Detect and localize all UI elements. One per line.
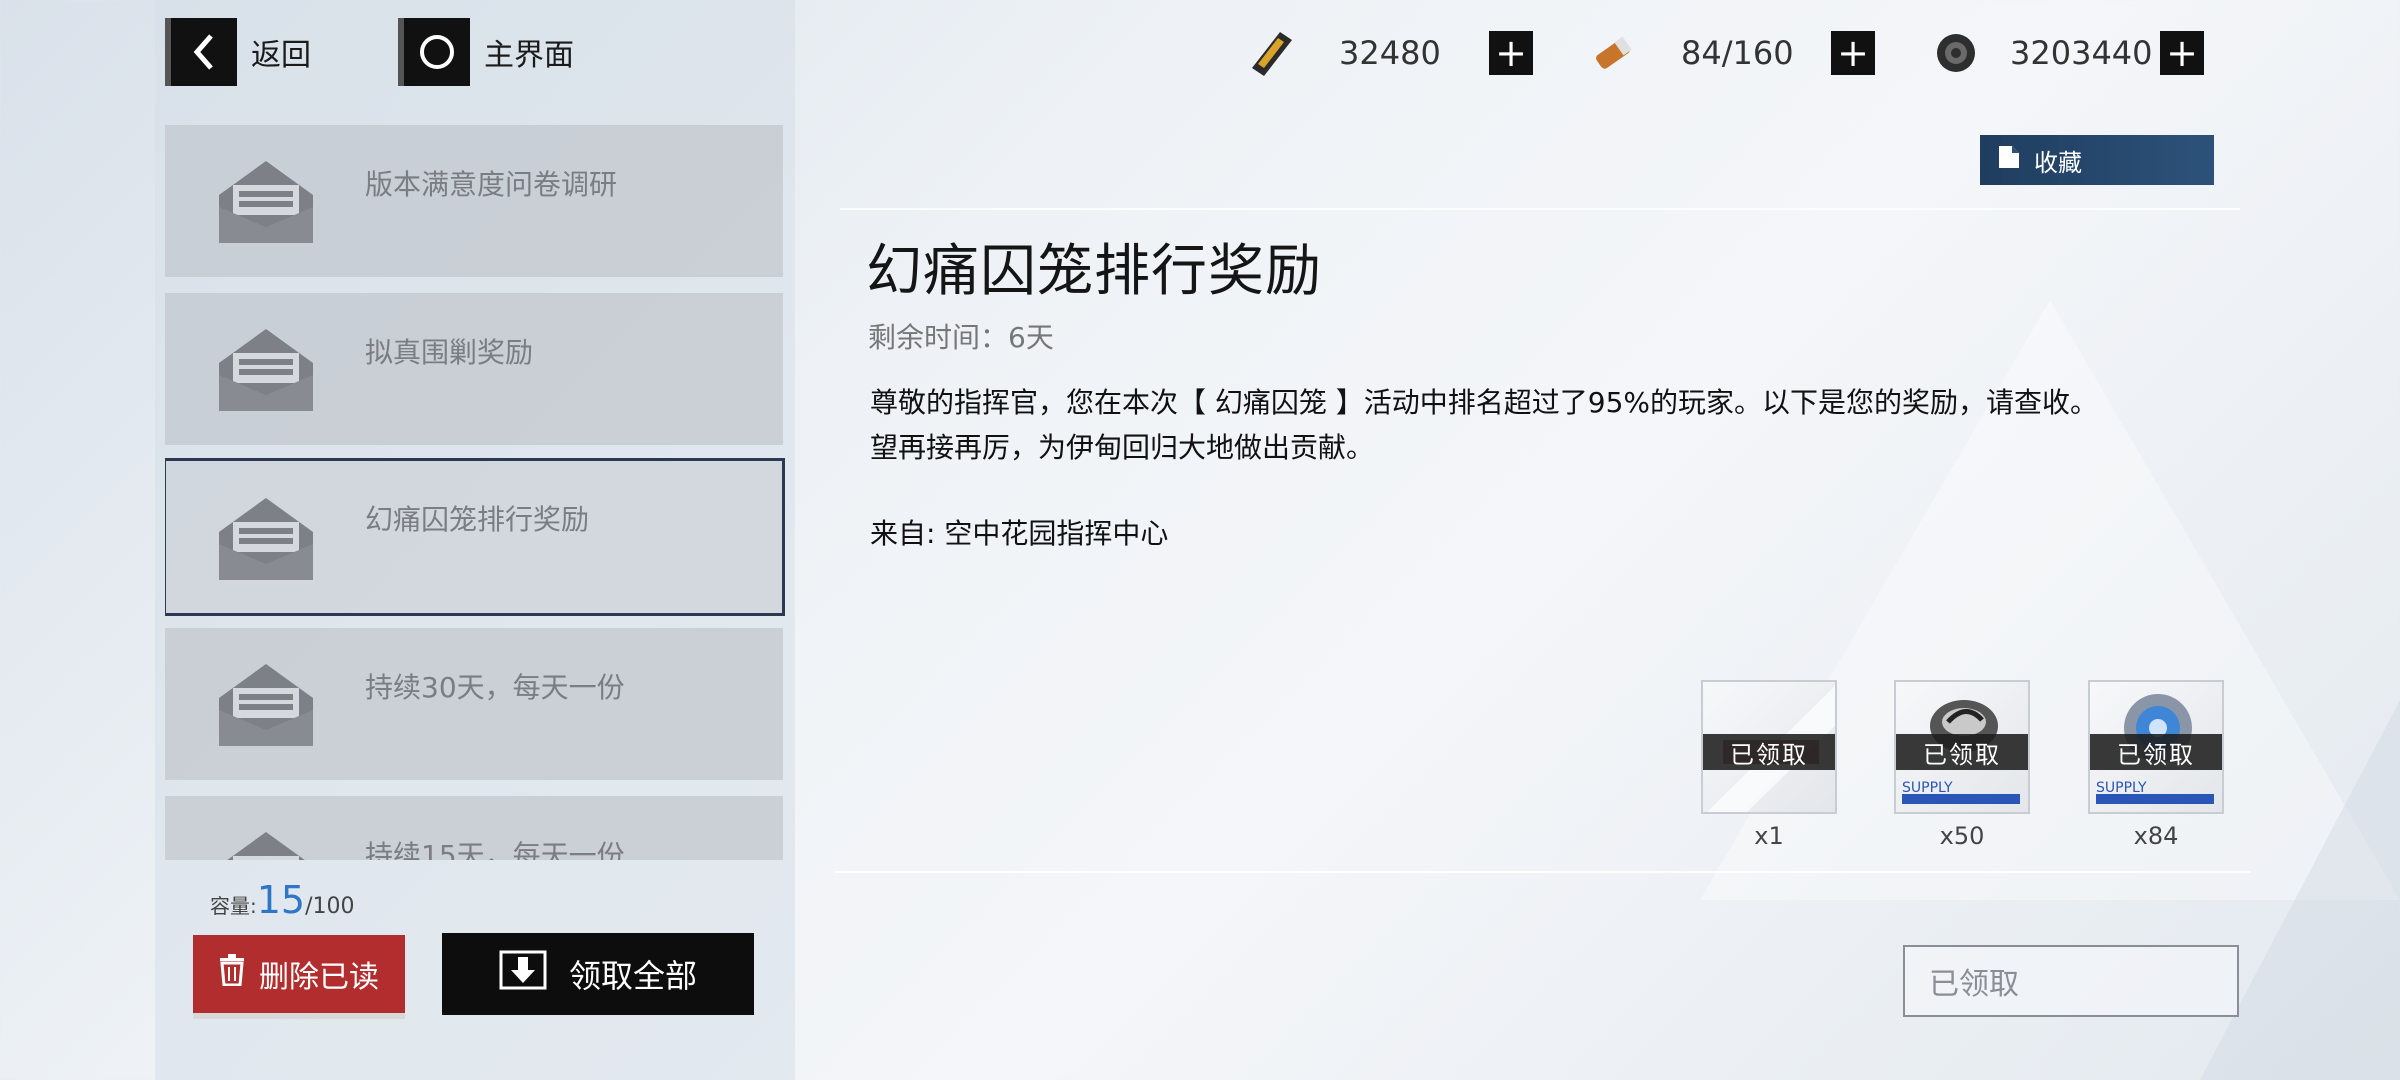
back-label: 返回: [251, 38, 311, 73]
envelope-icon: [219, 157, 313, 249]
reward-qty: x50: [1939, 822, 1985, 850]
mail-item-title: 持续15天，每天一份: [365, 839, 625, 860]
capacity-max: /100: [305, 894, 355, 919]
envelope-icon: [219, 325, 313, 417]
chevron-left-icon: [165, 18, 237, 86]
delete-read-label: 删除已读: [259, 960, 379, 995]
document-icon: [1998, 145, 2020, 175]
supply-bar: [1902, 794, 2020, 804]
delete-read-button[interactable]: 删除已读: [193, 935, 405, 1013]
mail-list: 版本满意度问卷调研 拟真围剿奖励 幻痛囚笼排行奖励 持续30天，每天一份 持续1…: [165, 125, 785, 860]
favorite-label: 收藏: [2034, 148, 2082, 177]
reward-item[interactable]: 已领取 x1: [1701, 680, 1837, 850]
download-icon: [499, 950, 547, 998]
home-button[interactable]: 主界面: [398, 18, 574, 86]
claimed-overlay: 已领取: [1703, 734, 1835, 770]
currency-value: 32480: [1339, 34, 1441, 72]
mail-item-simulated-siege[interactable]: 拟真围剿奖励: [165, 293, 783, 445]
circle-home-icon: [398, 18, 470, 86]
divider: [840, 208, 2240, 210]
mail-item-30-day[interactable]: 持续30天，每天一份: [165, 628, 783, 780]
capacity-label: 容量:: [210, 894, 257, 918]
coin-icon: [1928, 25, 1984, 81]
stamina-capsule-icon: [1585, 25, 1641, 81]
currency-value: 3203440: [2010, 34, 2153, 72]
gold-bar-icon: [1243, 25, 1299, 81]
home-label: 主界面: [484, 38, 574, 73]
envelope-icon: [219, 660, 313, 752]
mail-item-phantom-pain-ranking[interactable]: 幻痛囚笼排行奖励: [165, 458, 785, 616]
mail-sender: 来自: 空中花园指挥中心: [870, 517, 1169, 550]
divider: [835, 871, 2250, 873]
currency-stamina: 84/160 +: [1585, 25, 1875, 81]
envelope-icon: [219, 494, 313, 586]
mail-capacity: 容量: 15 /100: [210, 878, 355, 922]
mail-title: 幻痛囚笼排行奖励: [866, 239, 1322, 304]
add-currency-button[interactable]: +: [1831, 31, 1875, 75]
trash-icon: [219, 954, 245, 994]
capacity-count: 15: [256, 878, 306, 922]
add-currency-button[interactable]: +: [2160, 31, 2204, 75]
supply-tag: SUPPLY: [1902, 780, 2020, 804]
mail-item-survey[interactable]: 版本满意度问卷调研: [165, 125, 783, 277]
reward-item[interactable]: 已领取 SUPPLY x84: [2088, 680, 2224, 850]
reward-icon-box: 已领取 SUPPLY: [2088, 680, 2224, 814]
bg-decoration: [2200, 700, 2400, 1080]
mail-item-title: 幻痛囚笼排行奖励: [365, 503, 590, 536]
envelope-icon: [219, 828, 313, 860]
mail-item-title: 持续30天，每天一份: [365, 671, 625, 704]
currency-value: 84/160: [1681, 34, 1794, 72]
reward-icon-box: 已领取 SUPPLY: [1894, 680, 2030, 814]
mail-body: 尊敬的指挥官，您在本次【 幻痛囚笼 】活动中排名超过了95%的玩家。以下是您的奖…: [870, 380, 2220, 470]
mail-item-title: 版本满意度问卷调研: [365, 168, 618, 201]
reward-qty: x84: [2133, 822, 2179, 850]
supply-bar: [2096, 794, 2214, 804]
mail-body-line: 望再接再厉，为伊甸回归大地做出贡献。: [870, 431, 1375, 464]
favorite-button[interactable]: 收藏: [1980, 135, 2214, 185]
reward-item[interactable]: 已领取 SUPPLY x50: [1894, 680, 2030, 850]
claimed-overlay: 已领取: [1896, 734, 2028, 770]
back-button[interactable]: 返回: [165, 18, 311, 86]
supply-tag: SUPPLY: [2096, 780, 2214, 804]
currency-coin: 3203440 +: [1928, 25, 2204, 81]
add-currency-button[interactable]: +: [1489, 31, 1533, 75]
claimed-label: 已领取: [1929, 967, 2019, 1002]
mail-remaining-time: 剩余时间：6天: [868, 321, 1054, 354]
mail-body-line: 尊敬的指挥官，您在本次【 幻痛囚笼 】活动中排名超过了95%的玩家。以下是您的奖…: [870, 386, 2099, 419]
reward-qty: x1: [1754, 822, 1784, 850]
mail-item-15-day[interactable]: 持续15天，每天一份: [165, 796, 783, 860]
claimed-overlay: 已领取: [2090, 734, 2222, 770]
claimed-button[interactable]: 已领取: [1903, 945, 2239, 1017]
reward-icon-box: 已领取: [1701, 680, 1837, 814]
mail-item-title: 拟真围剿奖励: [365, 336, 534, 369]
currency-gold: 32480 +: [1243, 25, 1533, 81]
claim-all-button[interactable]: 领取全部: [442, 933, 754, 1015]
claim-all-label: 领取全部: [568, 957, 697, 995]
